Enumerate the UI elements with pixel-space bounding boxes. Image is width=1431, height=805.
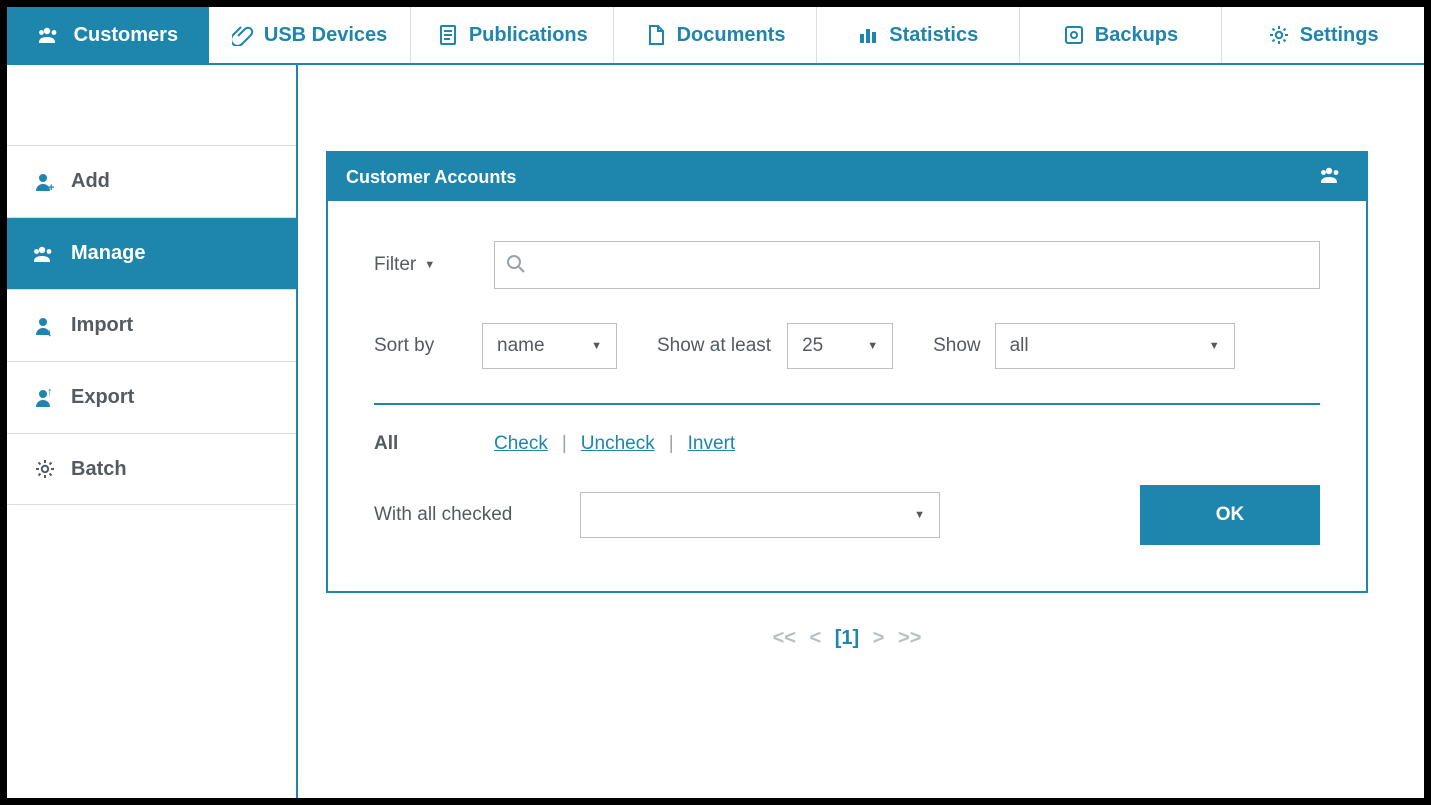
tab-settings[interactable]: Settings [1222, 7, 1424, 63]
gear-icon [1268, 24, 1290, 46]
sidebar-item-label: Add [71, 170, 110, 193]
caret-down-icon: ▼ [914, 509, 925, 521]
sidebar-item-label: Export [71, 386, 134, 409]
pager-prev[interactable]: < [810, 627, 822, 649]
paperclip-icon [232, 24, 254, 46]
show-at-least-value: 25 [802, 335, 823, 357]
tab-statistics[interactable]: Statistics [817, 7, 1020, 63]
panel-divider [374, 403, 1320, 405]
sidebar-item-manage[interactable]: Manage [7, 217, 296, 289]
uncheck-all-link[interactable]: Uncheck [581, 433, 655, 455]
sidebar-item-label: Import [71, 314, 133, 337]
sort-label: Sort by [374, 335, 462, 357]
filter-input[interactable] [533, 255, 1309, 276]
sidebar-item-label: Batch [71, 458, 127, 481]
tab-publications[interactable]: Publications [411, 7, 614, 63]
show-at-least-label: Show at least [657, 335, 771, 357]
ok-button[interactable]: OK [1140, 485, 1320, 545]
content-area: Customer Accounts Filter ▼ [298, 65, 1424, 798]
show-select[interactable]: all ▼ [995, 323, 1235, 369]
caret-down-icon: ▼ [867, 340, 878, 352]
tab-label: USB Devices [264, 24, 387, 47]
search-icon [505, 253, 525, 278]
link-separator: | [562, 433, 567, 455]
with-checked-select[interactable]: ▼ [580, 492, 940, 538]
svg-text:+: + [48, 182, 54, 193]
show-label: Show [933, 335, 981, 357]
user-export-icon: ↑ [33, 387, 57, 409]
tab-label: Statistics [889, 24, 978, 47]
sidebar-item-batch[interactable]: Batch [7, 433, 296, 505]
group-icon [1320, 164, 1348, 191]
page-icon [645, 24, 667, 46]
sort-by-select[interactable]: name ▼ [482, 323, 617, 369]
with-checked-label: With all checked [374, 504, 554, 526]
tab-backups[interactable]: Backups [1020, 7, 1223, 63]
pagination: << < [1] > >> [326, 627, 1368, 650]
caret-down-icon: ▼ [591, 340, 602, 352]
invert-selection-link[interactable]: Invert [688, 433, 736, 455]
sidebar-item-import[interactable]: ↓ Import [7, 289, 296, 361]
pager-first[interactable]: << [773, 627, 796, 649]
gear-icon [33, 458, 57, 480]
check-all-link[interactable]: Check [494, 433, 548, 455]
sidebar-item-export[interactable]: ↑ Export [7, 361, 296, 433]
filter-search-box[interactable] [494, 241, 1320, 289]
sort-value: name [497, 335, 545, 357]
tab-label: Backups [1095, 24, 1178, 47]
svg-text:↑: ↑ [47, 387, 53, 398]
show-at-least-select[interactable]: 25 ▼ [787, 323, 893, 369]
tab-label: Customers [74, 24, 178, 47]
tab-label: Publications [469, 24, 588, 47]
filter-dropdown-toggle[interactable]: Filter ▼ [374, 254, 494, 276]
caret-down-icon: ▼ [1209, 340, 1220, 352]
link-separator: | [669, 433, 674, 455]
pager-current: [1] [835, 627, 859, 649]
show-value: all [1010, 335, 1029, 357]
svg-text:↓: ↓ [47, 327, 53, 337]
pager-next[interactable]: > [873, 627, 885, 649]
tab-customers[interactable]: Customers [7, 7, 209, 63]
user-add-icon: + [33, 171, 57, 193]
sidebar-item-add[interactable]: + Add [7, 145, 296, 217]
pager-last[interactable]: >> [898, 627, 921, 649]
filter-label: Filter [374, 254, 416, 276]
doc-list-icon [437, 24, 459, 46]
group-icon [33, 243, 57, 265]
sidebar: + Add Manage ↓ Import ↑ Export Batch [7, 65, 298, 798]
tab-label: Documents [677, 24, 786, 47]
tab-documents[interactable]: Documents [614, 7, 817, 63]
disk-icon [1063, 24, 1085, 46]
user-import-icon: ↓ [33, 315, 57, 337]
caret-down-icon: ▼ [424, 259, 435, 271]
select-all-label: All [374, 433, 494, 455]
top-tabs: Customers USB Devices Publications Docum… [7, 7, 1424, 65]
tab-label: Settings [1300, 24, 1379, 47]
customer-accounts-panel: Customer Accounts Filter ▼ [326, 151, 1368, 593]
bar-chart-icon [857, 24, 879, 46]
group-icon [38, 24, 64, 46]
tab-usb-devices[interactable]: USB Devices [209, 7, 412, 63]
sidebar-item-label: Manage [71, 242, 145, 265]
panel-title: Customer Accounts [346, 167, 516, 188]
